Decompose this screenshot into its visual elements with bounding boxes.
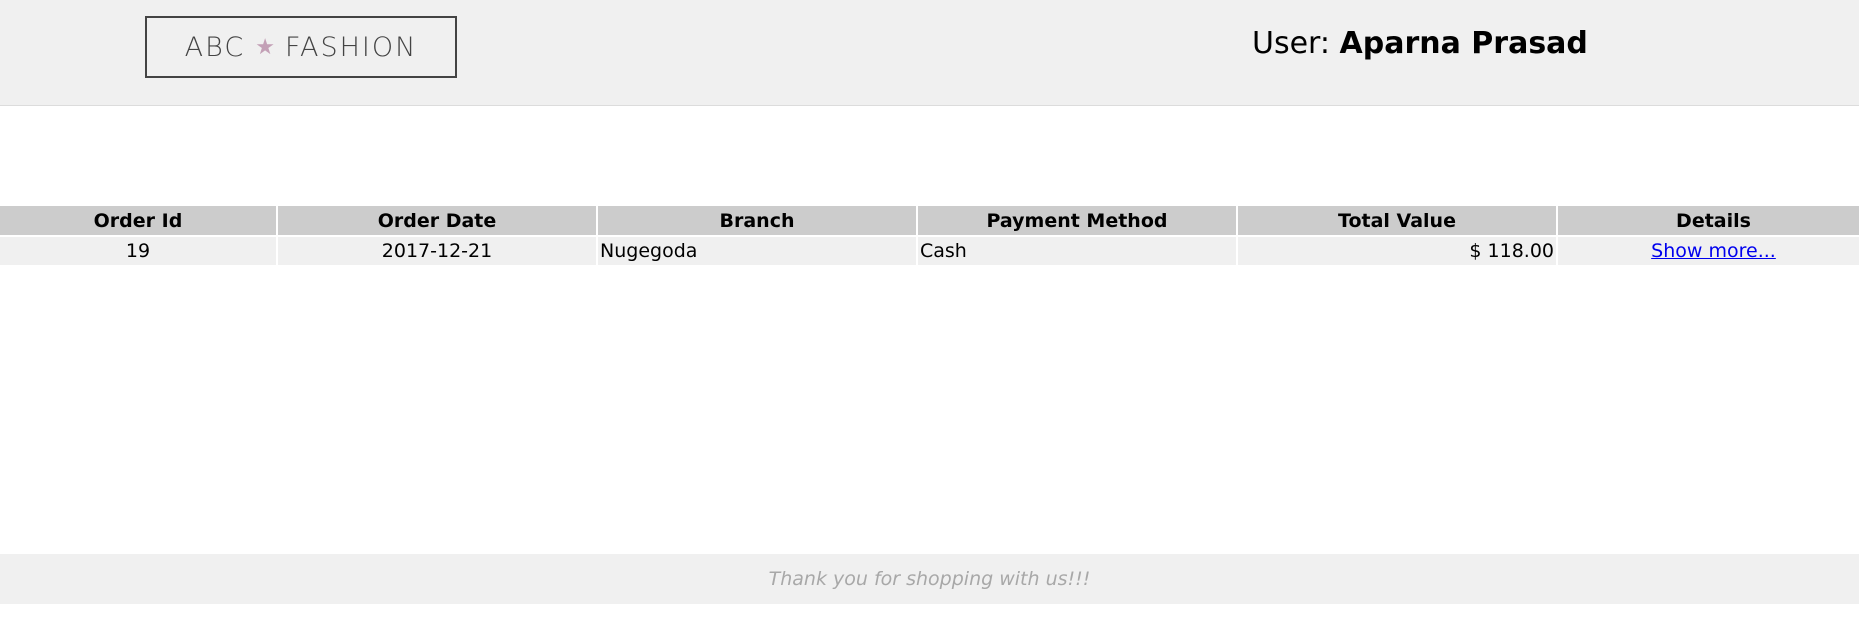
cell-details: Show more... [1558,237,1859,265]
top-bar: ABC ★ FASHION User: Aparna Prasad [0,0,1859,106]
footer: Thank you for shopping with us!!! [0,554,1859,604]
cell-branch: Nugegoda [598,237,916,265]
user-label: User: [1252,26,1330,61]
cell-payment-method: Cash [918,237,1236,265]
column-header-details: Details [1558,206,1859,235]
logo-text-right: FASHION [284,31,418,63]
column-header-order-id: Order Id [0,206,276,235]
column-header-payment-method: Payment Method [918,206,1236,235]
page: ABC ★ FASHION User: Aparna Prasad Order … [0,0,1859,644]
cell-total-value: $ 118.00 [1238,237,1556,265]
column-header-order-date: Order Date [278,206,596,235]
cell-order-date: 2017-12-21 [278,237,596,265]
orders-table: Order Id Order Date Branch Payment Metho… [0,204,1859,267]
logo-text-left: ABC [184,31,246,63]
table-header-row: Order Id Order Date Branch Payment Metho… [0,206,1859,235]
column-header-branch: Branch [598,206,916,235]
table-row: 19 2017-12-21 Nugegoda Cash $ 118.00 Sho… [0,237,1859,265]
brand-logo[interactable]: ABC ★ FASHION [145,16,457,78]
user-info: User: Aparna Prasad [1252,26,1588,61]
user-name: Aparna Prasad [1339,26,1588,61]
cell-order-id: 19 [0,237,276,265]
column-header-total-value: Total Value [1238,206,1556,235]
footer-message: Thank you for shopping with us!!! [768,568,1091,590]
star-icon: ★ [255,34,275,60]
show-more-link[interactable]: Show more... [1651,240,1776,262]
